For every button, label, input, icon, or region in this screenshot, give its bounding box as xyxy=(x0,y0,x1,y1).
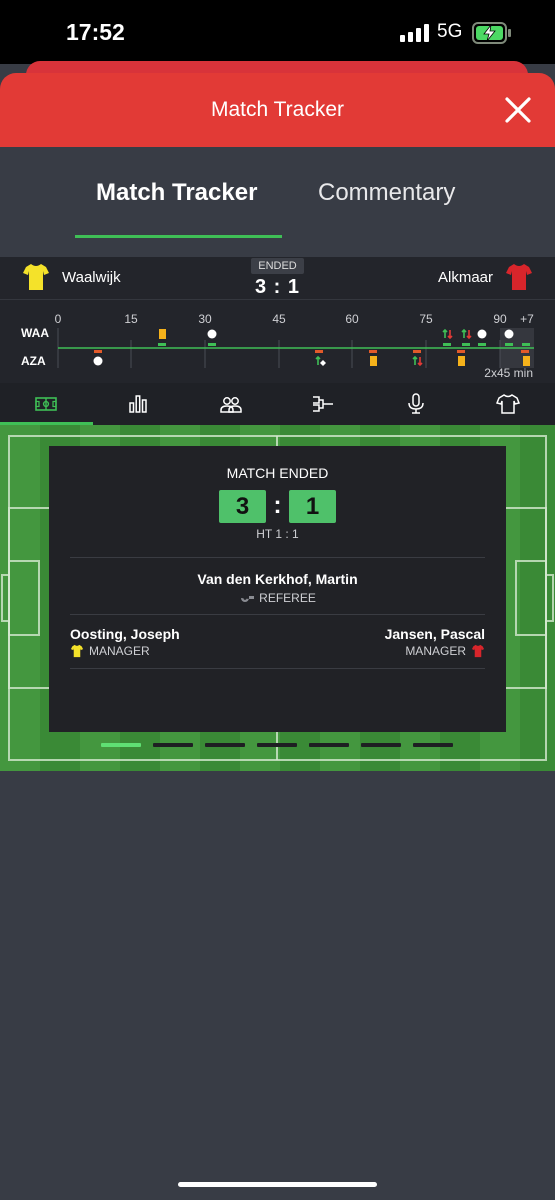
home-team-code: WAA xyxy=(21,326,49,340)
match-status-title: MATCH ENDED xyxy=(226,465,329,481)
section-tab-bar xyxy=(0,383,555,425)
away-manager-name: Jansen, Pascal xyxy=(384,626,485,642)
status-bar: 17:52 5G xyxy=(0,0,555,64)
close-icon[interactable] xyxy=(501,93,535,127)
pager-dot[interactable] xyxy=(205,743,245,747)
match-status-badge: ENDED xyxy=(251,258,304,274)
away-shirt-icon xyxy=(471,644,485,658)
carousel-pager xyxy=(101,743,457,748)
substitution-icon xyxy=(442,328,448,338)
battery-charging-icon xyxy=(472,22,511,44)
tab-lineups[interactable] xyxy=(185,383,277,425)
active-tab-indicator xyxy=(75,235,282,238)
signal-icon xyxy=(400,24,429,42)
tab-commentary[interactable]: Commentary xyxy=(318,179,455,207)
tick-label: 15 xyxy=(124,312,138,326)
sheet-header: Match Tracker xyxy=(0,73,555,147)
away-shirt-icon xyxy=(506,264,532,290)
pager-dot[interactable] xyxy=(361,743,401,747)
referee-name: Van den Kerkhof, Martin xyxy=(197,571,358,587)
away-team-code: AZA xyxy=(21,354,46,368)
home-events xyxy=(158,328,530,346)
tick-label: +7 xyxy=(520,312,534,326)
tab-pitch[interactable] xyxy=(0,383,93,425)
tick-label: 45 xyxy=(272,312,286,326)
timeline-graphic: 0 15 30 45 60 75 90 +7 xyxy=(55,312,534,368)
pager-dot[interactable] xyxy=(153,743,193,747)
match-duration: 2x45 min xyxy=(484,366,533,380)
event-timeline[interactable]: 0 15 30 45 60 75 90 +7 WAA AZA 2x45 min xyxy=(0,299,555,383)
goal-icon xyxy=(477,329,487,339)
goal-icon xyxy=(93,356,103,366)
pager-dot[interactable] xyxy=(257,743,297,747)
yellow-card-icon xyxy=(458,356,465,366)
home-manager-role-label: MANAGER xyxy=(89,644,150,658)
stats-icon xyxy=(129,395,147,413)
tab-audio[interactable] xyxy=(370,383,462,425)
substitution-icon xyxy=(461,328,467,338)
tick-label: 90 xyxy=(493,312,507,326)
tick-label: 30 xyxy=(198,312,212,326)
divider xyxy=(70,557,485,558)
tab-bar: Match Tracker Commentary xyxy=(0,147,555,257)
away-manager-role: MANAGER xyxy=(405,644,485,658)
shirt-icon xyxy=(496,394,520,414)
divider xyxy=(70,668,485,669)
tab-bracket[interactable] xyxy=(277,383,369,425)
bracket-icon xyxy=(313,396,333,412)
home-shirt-icon xyxy=(70,644,84,658)
whistle-icon xyxy=(241,596,255,602)
pager-dot[interactable] xyxy=(101,743,141,747)
tick-label: 75 xyxy=(419,312,433,326)
pager-dot[interactable] xyxy=(413,743,453,747)
away-manager-role-label: MANAGER xyxy=(405,644,466,658)
referee-role-label: REFEREE xyxy=(259,591,316,605)
match-header: Waalwijk ENDED 3 : 1 Alkmaar xyxy=(0,257,555,299)
microphone-icon xyxy=(408,393,424,414)
lineups-icon xyxy=(220,397,242,413)
home-indicator[interactable] xyxy=(178,1182,377,1187)
yellow-card-icon xyxy=(523,356,530,366)
tick-label: 60 xyxy=(345,312,359,326)
home-manager-name: Oosting, Joseph xyxy=(70,626,180,642)
tab-match-tracker[interactable]: Match Tracker xyxy=(96,179,257,207)
home-manager-role: MANAGER xyxy=(70,644,150,658)
away-events xyxy=(93,350,530,367)
goal-icon xyxy=(207,329,217,339)
substitution-icon xyxy=(412,355,418,365)
substitution-icon xyxy=(315,355,321,365)
match-summary-card: MATCH ENDED 3 : 1 HT 1 : 1 Van den Kerkh… xyxy=(49,446,506,732)
halftime-score: HT 1 : 1 xyxy=(256,527,299,541)
tab-stats[interactable] xyxy=(92,383,184,425)
pitch-icon xyxy=(35,397,57,411)
away-goals: 1 xyxy=(289,490,336,523)
referee-role: REFEREE xyxy=(49,591,506,605)
divider xyxy=(70,614,485,615)
network-label: 5G xyxy=(437,21,463,42)
sheet-title: Match Tracker xyxy=(210,98,345,121)
yellow-card-icon xyxy=(370,356,377,366)
status-time: 17:52 xyxy=(66,19,125,45)
yellow-card-icon xyxy=(159,329,166,339)
score-separator: : xyxy=(273,492,282,519)
tick-label: 0 xyxy=(55,312,62,326)
goal-icon xyxy=(504,329,514,339)
away-team-name: Alkmaar xyxy=(437,269,493,286)
pager-dot[interactable] xyxy=(309,743,349,747)
tab-kits[interactable] xyxy=(462,383,554,425)
